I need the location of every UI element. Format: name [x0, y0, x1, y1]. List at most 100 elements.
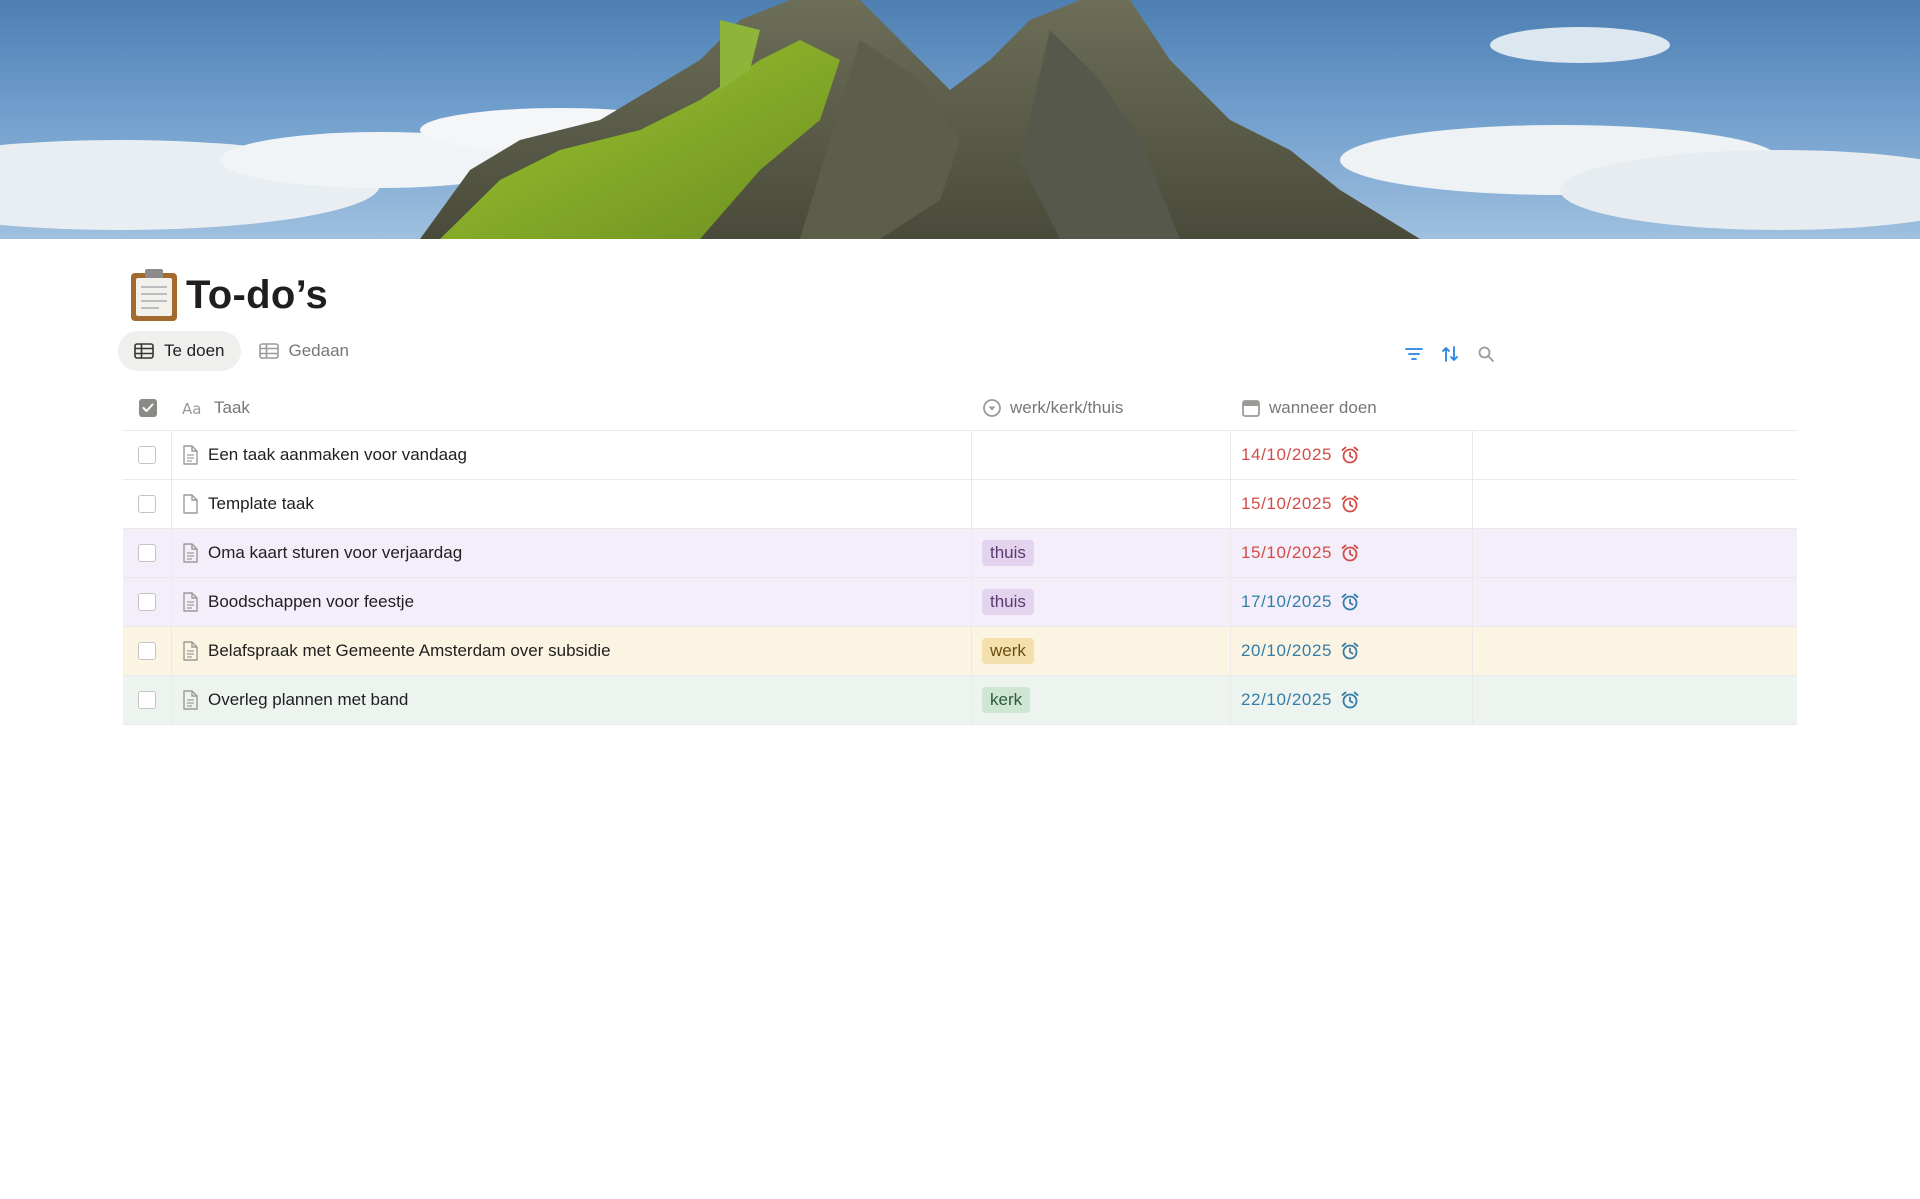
filter-icon	[1405, 348, 1423, 360]
due-date: 17/10/2025	[1241, 592, 1333, 611]
page-icon	[182, 445, 198, 465]
checkbox[interactable]	[138, 544, 156, 562]
checkbox[interactable]	[138, 495, 156, 513]
column-label: werk/kerk/thuis	[1010, 397, 1124, 417]
search-button[interactable]	[1472, 340, 1500, 368]
row-spacer	[1473, 480, 1797, 528]
column-header-due[interactable]: wanneer doen	[1231, 385, 1473, 430]
column-spacer	[1473, 385, 1797, 430]
checkbox-icon[interactable]	[138, 398, 157, 417]
row-spacer	[1473, 529, 1797, 577]
database-toolbar	[1392, 340, 1500, 368]
calendar-icon	[1241, 398, 1261, 418]
table-icon	[258, 343, 279, 359]
filter-button[interactable]	[1400, 340, 1428, 368]
table-row[interactable]: Oma kaart sturen voor verjaardag thuis 1…	[123, 529, 1797, 578]
due-date: 15/10/2025	[1241, 494, 1333, 513]
text-property-icon: Aa	[182, 400, 206, 416]
due-date-cell[interactable]: 22/10/2025	[1231, 676, 1473, 724]
title-cell[interactable]: Een taak aanmaken voor vandaag	[172, 431, 972, 479]
page-icon	[182, 543, 198, 563]
page-icon	[182, 592, 198, 612]
tab-label: Te doen	[164, 341, 225, 360]
task-title[interactable]: Template taak	[208, 494, 314, 514]
checkbox[interactable]	[138, 691, 156, 709]
sort-button[interactable]	[1436, 340, 1464, 368]
category-tag: thuis	[982, 540, 1034, 566]
column-header-taak[interactable]: Aa Taak	[172, 385, 972, 430]
tab-label: Gedaan	[288, 341, 350, 360]
clipboard-icon[interactable]	[127, 267, 181, 323]
page-icon	[182, 690, 198, 710]
due-date-cell[interactable]: 20/10/2025	[1231, 627, 1473, 675]
due-date-cell[interactable]: 17/10/2025	[1231, 578, 1473, 626]
title-cell[interactable]: Oma kaart sturen voor verjaardag	[172, 529, 972, 577]
column-label: Taak	[214, 397, 250, 417]
category-cell[interactable]: kerk	[972, 676, 1231, 724]
table-row[interactable]: Boodschappen voor feestje thuis 17/10/20…	[123, 578, 1797, 627]
task-title[interactable]: Oma kaart sturen voor verjaardag	[208, 543, 462, 563]
category-cell[interactable]: thuis	[972, 529, 1231, 577]
page-icon	[182, 494, 198, 514]
category-tag: thuis	[982, 589, 1034, 615]
category-cell[interactable]	[972, 480, 1231, 528]
category-tag: kerk	[982, 687, 1031, 713]
category-cell[interactable]	[972, 431, 1231, 479]
title-cell[interactable]: Overleg plannen met band	[172, 676, 972, 724]
table-row[interactable]: Een taak aanmaken voor vandaag 14/10/202…	[123, 431, 1797, 480]
alarm-clock-icon	[1340, 543, 1360, 563]
row-checkbox-cell[interactable]	[123, 529, 172, 577]
row-checkbox-cell[interactable]	[123, 480, 172, 528]
page-header: To-do’s	[127, 266, 328, 324]
title-cell[interactable]: Boodschappen voor feestje	[172, 578, 972, 626]
due-date: 14/10/2025	[1241, 445, 1333, 464]
page-icon	[182, 641, 198, 661]
row-checkbox-cell[interactable]	[123, 627, 172, 675]
task-title[interactable]: Belafspraak met Gemeente Amsterdam over …	[208, 641, 611, 661]
due-date: 22/10/2025	[1241, 690, 1333, 709]
due-date-cell[interactable]: 15/10/2025	[1231, 529, 1473, 577]
category-cell[interactable]: thuis	[972, 578, 1231, 626]
checkbox[interactable]	[138, 642, 156, 660]
table-row[interactable]: Overleg plannen met band kerk 22/10/2025	[123, 676, 1797, 725]
category-tag: werk	[982, 638, 1034, 664]
due-date: 20/10/2025	[1241, 641, 1333, 660]
table-header: Aa Taak werk/kerk/thuis wanneer doen	[123, 385, 1797, 431]
row-checkbox-cell[interactable]	[123, 676, 172, 724]
row-checkbox-cell[interactable]	[123, 431, 172, 479]
alarm-clock-icon	[1340, 494, 1360, 514]
alarm-clock-icon	[1340, 690, 1360, 710]
select-property-icon	[982, 398, 1002, 418]
cover-image	[0, 0, 1920, 239]
select-all-cell[interactable]	[123, 385, 172, 430]
alarm-clock-icon	[1340, 641, 1360, 661]
task-title[interactable]: Boodschappen voor feestje	[208, 592, 414, 612]
due-date-cell[interactable]: 14/10/2025	[1231, 431, 1473, 479]
column-label: wanneer doen	[1269, 397, 1377, 417]
search-icon	[1478, 346, 1494, 362]
tab-gedaan[interactable]: Gedaan	[243, 331, 366, 371]
todo-table: Aa Taak werk/kerk/thuis wanneer doen Een…	[123, 385, 1797, 725]
task-title[interactable]: Overleg plannen met band	[208, 690, 408, 710]
task-title[interactable]: Een taak aanmaken voor vandaag	[208, 445, 467, 465]
table-row[interactable]: Template taak 15/10/2025	[123, 480, 1797, 529]
page-title: To-do’s	[186, 272, 329, 317]
tab-te-doen[interactable]: Te doen	[118, 331, 241, 371]
alarm-clock-icon	[1340, 592, 1360, 612]
table-icon	[134, 343, 154, 359]
table-row[interactable]: Belafspraak met Gemeente Amsterdam over …	[123, 627, 1797, 676]
checkbox[interactable]	[138, 593, 156, 611]
category-cell[interactable]: werk	[972, 627, 1231, 675]
row-spacer	[1473, 627, 1797, 675]
row-checkbox-cell[interactable]	[123, 578, 172, 626]
view-tabs: Te doen Gedaan	[118, 331, 367, 371]
title-cell[interactable]: Template taak	[172, 480, 972, 528]
checkbox[interactable]	[138, 446, 156, 464]
svg-text:Aa: Aa	[182, 400, 201, 416]
row-spacer	[1473, 578, 1797, 626]
column-header-category[interactable]: werk/kerk/thuis	[972, 385, 1231, 430]
due-date-cell[interactable]: 15/10/2025	[1231, 480, 1473, 528]
row-spacer	[1473, 676, 1797, 724]
row-spacer	[1473, 431, 1797, 479]
title-cell[interactable]: Belafspraak met Gemeente Amsterdam over …	[172, 627, 972, 675]
